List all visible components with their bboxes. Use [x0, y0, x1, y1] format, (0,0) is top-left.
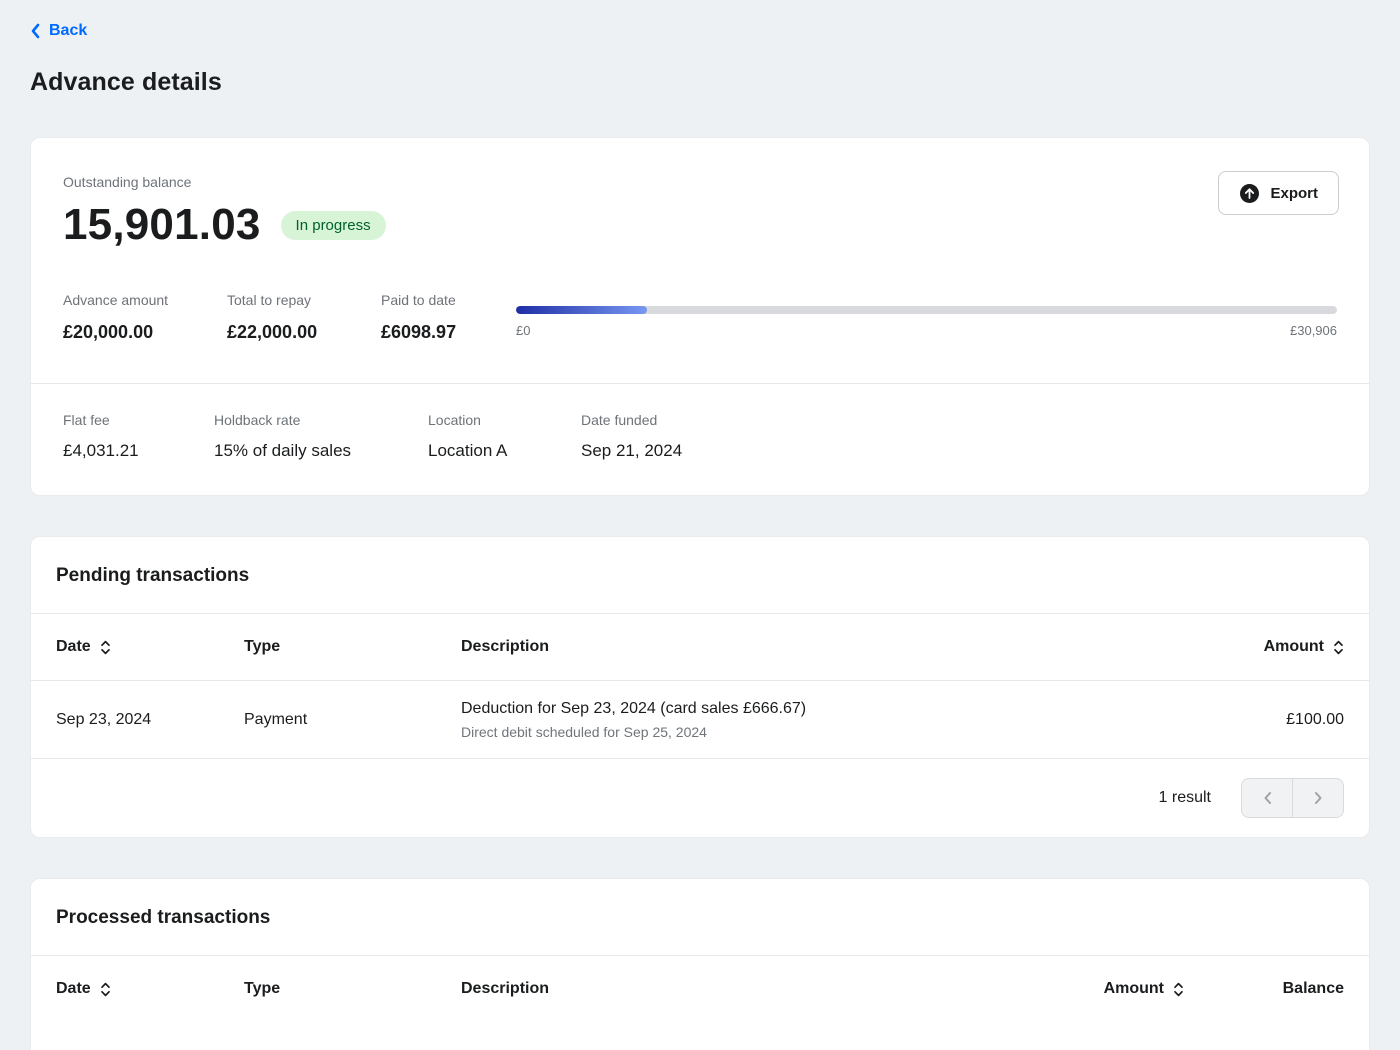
summary-top-section: Outstanding balance 15,901.03 In progres… — [31, 138, 1369, 383]
description-main: Deduction for Sep 23, 2024 (card sales £… — [461, 700, 1194, 718]
column-label: Balance — [1283, 980, 1344, 998]
processed-transactions-title: Processed transactions — [31, 879, 1369, 955]
column-label: Description — [461, 980, 549, 998]
stat-label: Advance amount — [63, 292, 227, 308]
pagination — [1241, 778, 1344, 818]
detail-flat-fee: Flat fee £4,031.21 — [63, 412, 214, 461]
outstanding-balance-value: 15,901.03 — [63, 200, 261, 250]
export-button[interactable]: Export — [1218, 171, 1339, 215]
detail-label: Holdback rate — [214, 412, 428, 428]
page-title: Advance details — [30, 68, 1370, 97]
stat-label: Paid to date — [381, 292, 516, 308]
processed-transactions-card: Processed transactions Date Type Descrip… — [30, 878, 1370, 1050]
column-label: Description — [461, 638, 549, 656]
next-page-button[interactable] — [1292, 778, 1344, 818]
back-button[interactable]: Back — [30, 18, 87, 44]
processed-table-header: Date Type Description Amount Balance — [31, 955, 1369, 1022]
detail-location: Location Location A — [428, 412, 581, 461]
column-label: Type — [244, 638, 280, 656]
sort-arrows-icon[interactable] — [100, 981, 111, 998]
column-header-amount[interactable]: Amount — [1024, 980, 1184, 998]
column-label: Type — [244, 980, 280, 998]
stat-value: £6098.97 — [381, 322, 516, 343]
stat-paid-to-date: Paid to date £6098.97 — [381, 292, 516, 343]
stat-label: Total to repay — [227, 292, 381, 308]
stat-advance-amount: Advance amount £20,000.00 — [63, 292, 227, 343]
result-count: 1 result — [1159, 789, 1211, 807]
column-header-balance[interactable]: Balance — [1184, 980, 1344, 998]
pending-table-header: Date Type Description Amount — [31, 613, 1369, 680]
detail-holdback-rate: Holdback rate 15% of daily sales — [214, 412, 428, 461]
progress-fill — [516, 306, 647, 314]
cell-description: Deduction for Sep 23, 2024 (card sales £… — [461, 700, 1194, 740]
sort-arrows-icon[interactable] — [1173, 981, 1184, 998]
column-label: Date — [56, 980, 91, 998]
cell-amount: £100.00 — [1194, 711, 1344, 729]
pending-table-footer: 1 result — [31, 758, 1369, 837]
column-label: Amount — [1264, 638, 1324, 656]
outstanding-balance-label: Outstanding balance — [63, 174, 1337, 190]
chevron-left-icon — [1263, 791, 1272, 805]
column-label: Amount — [1104, 980, 1164, 998]
column-header-description[interactable]: Description — [461, 980, 1024, 998]
export-label: Export — [1270, 185, 1318, 202]
progress-min-label: £0 — [516, 323, 530, 338]
status-badge: In progress — [281, 211, 386, 240]
column-header-type[interactable]: Type — [244, 980, 461, 998]
detail-label: Flat fee — [63, 412, 214, 428]
progress-track — [516, 306, 1337, 314]
previous-page-button[interactable] — [1241, 778, 1293, 818]
cell-date: Sep 23, 2024 — [56, 711, 244, 729]
column-label: Date — [56, 638, 91, 656]
upload-circle-icon — [1239, 183, 1260, 204]
chevron-left-icon — [30, 23, 40, 39]
detail-value: 15% of daily sales — [214, 441, 428, 461]
advance-details-page: Back Advance details Outstanding balance… — [0, 0, 1400, 1050]
table-row[interactable]: Sep 23, 2024 Payment Deduction for Sep 2… — [31, 680, 1369, 758]
summary-details-section: Flat fee £4,031.21 Holdback rate 15% of … — [31, 383, 1369, 495]
sort-arrows-icon[interactable] — [100, 639, 111, 656]
stat-value: £20,000.00 — [63, 322, 227, 343]
repayment-progress: £0 £30,906 — [516, 292, 1337, 343]
chevron-right-icon — [1314, 791, 1323, 805]
cell-type: Payment — [244, 711, 461, 729]
description-sub: Direct debit scheduled for Sep 25, 2024 — [461, 724, 1194, 740]
summary-card: Outstanding balance 15,901.03 In progres… — [30, 137, 1370, 496]
stat-total-to-repay: Total to repay £22,000.00 — [227, 292, 381, 343]
progress-max-label: £30,906 — [1290, 323, 1337, 338]
detail-value: Sep 21, 2024 — [581, 441, 682, 461]
column-header-type[interactable]: Type — [244, 638, 461, 656]
detail-date-funded: Date funded Sep 21, 2024 — [581, 412, 682, 461]
detail-label: Date funded — [581, 412, 682, 428]
column-header-date[interactable]: Date — [56, 638, 244, 656]
stat-value: £22,000.00 — [227, 322, 381, 343]
column-header-amount[interactable]: Amount — [1194, 638, 1344, 656]
pending-transactions-card: Pending transactions Date Type Descripti… — [30, 536, 1370, 838]
column-header-date[interactable]: Date — [56, 980, 244, 998]
pending-transactions-title: Pending transactions — [31, 537, 1369, 613]
column-header-description[interactable]: Description — [461, 638, 1194, 656]
detail-value: Location A — [428, 441, 581, 461]
back-label: Back — [49, 22, 87, 40]
sort-arrows-icon[interactable] — [1333, 639, 1344, 656]
detail-label: Location — [428, 412, 581, 428]
detail-value: £4,031.21 — [63, 441, 214, 461]
